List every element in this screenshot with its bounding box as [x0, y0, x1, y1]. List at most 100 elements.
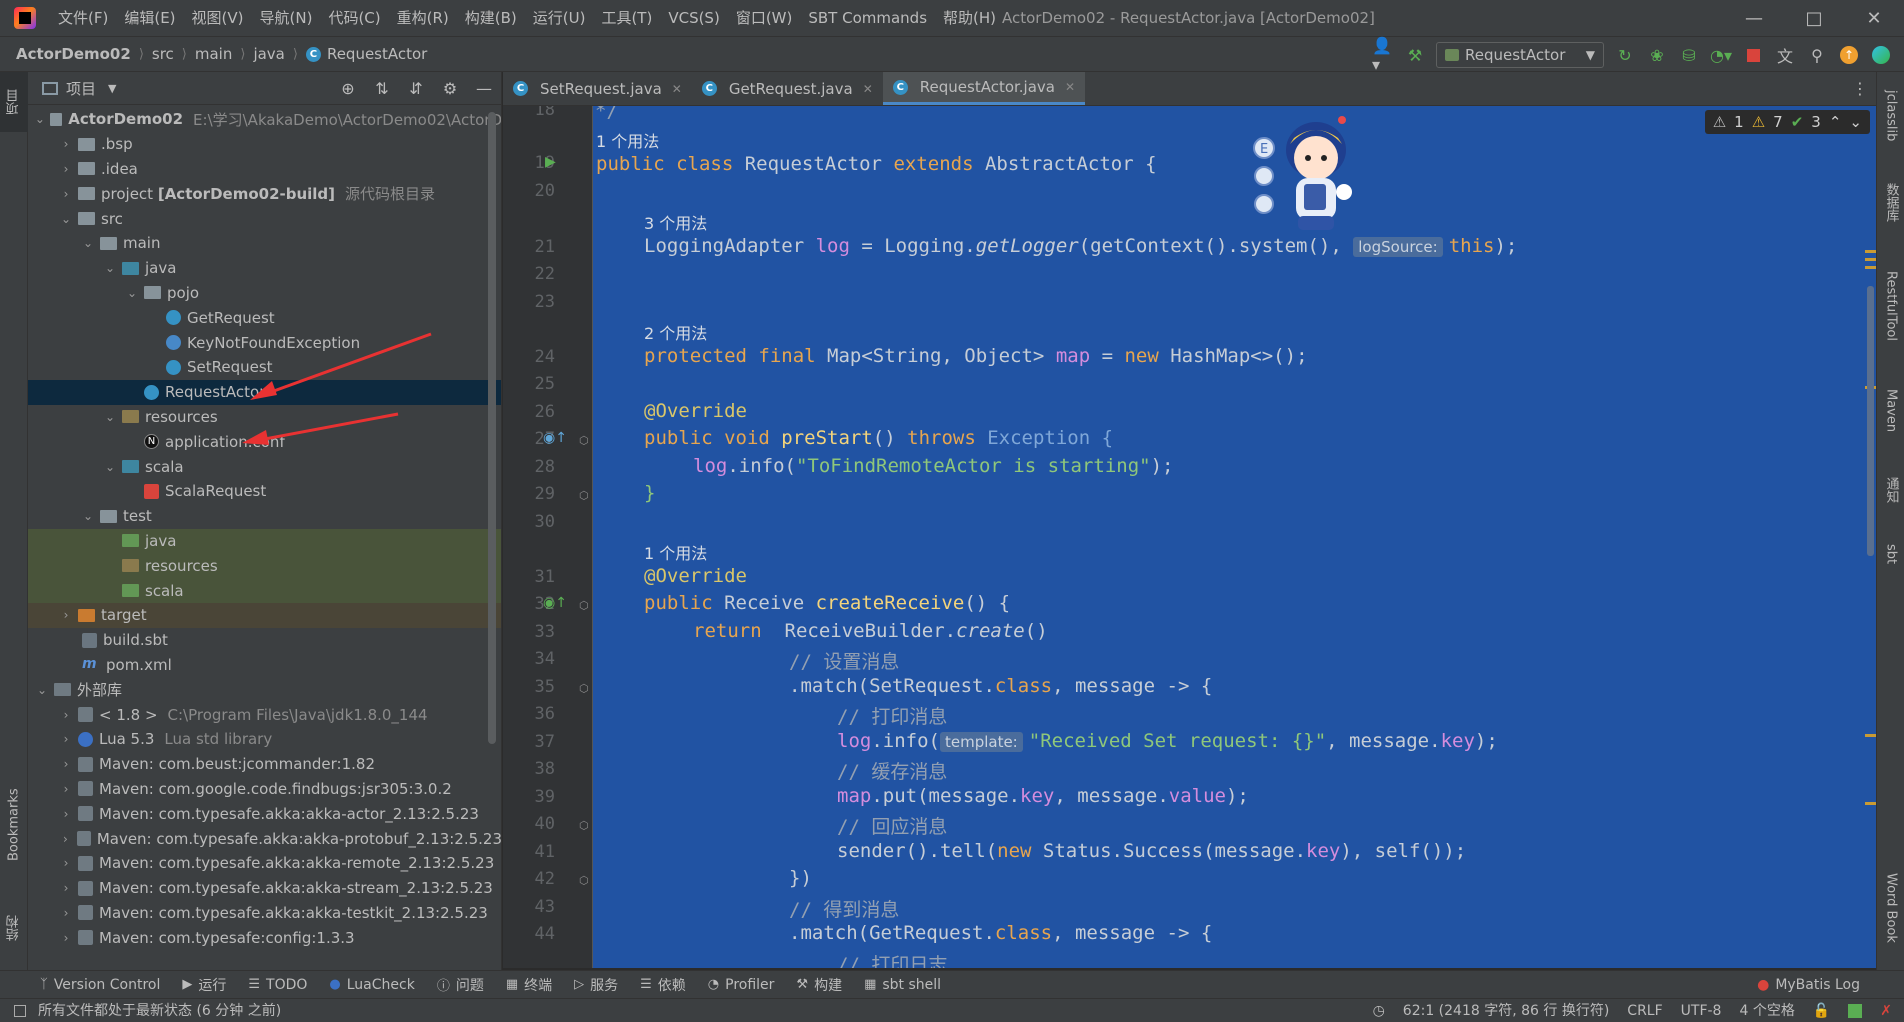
- run-configuration-selector[interactable]: RequestActor ▼: [1436, 42, 1604, 68]
- chevron-down-icon[interactable]: ⌄: [1849, 113, 1862, 131]
- problems-tool-button[interactable]: ⓘ 问题: [437, 975, 484, 995]
- menu-refactor[interactable]: 重构(R): [389, 0, 457, 36]
- bookmarks-tool-tab[interactable]: Bookmarks: [0, 770, 28, 880]
- usage-hint[interactable]: 2 个用法: [644, 320, 707, 344]
- indent-setting[interactable]: 4 个空格: [1739, 999, 1794, 1022]
- user-icon[interactable]: 👤▾: [1372, 36, 1394, 74]
- menu-code[interactable]: 代码(C): [320, 0, 388, 36]
- usage-hint[interactable]: 3 个用法: [644, 210, 707, 234]
- mybatis-log-tool-button[interactable]: ● MyBatis Log: [1757, 971, 1860, 999]
- fold-icon[interactable]: ⬡: [579, 434, 589, 447]
- code-line-42: }): [789, 867, 812, 889]
- menu-navigate[interactable]: 导航(N): [252, 0, 321, 36]
- coverage-icon[interactable]: ⛁: [1678, 44, 1700, 66]
- right-tool-strip: jclasslib 数据库 RestfulTool Maven 通知 sbt W…: [1876, 72, 1904, 970]
- fold-icon[interactable]: ⬡: [579, 599, 589, 612]
- navigation-toolbar: 👤▾ ⚒ RequestActor ▼ ↻ ❀ ⛁ ◔▾ 文 ⚲ ↑: [1372, 36, 1892, 74]
- editor-scrollbar-thumb[interactable]: [1867, 286, 1874, 556]
- debug-bug-icon[interactable]: ❀: [1646, 44, 1668, 66]
- usage-hint[interactable]: 1 个用法: [644, 540, 707, 564]
- services-tool-button[interactable]: ▷ 服务: [574, 975, 618, 995]
- sbt-tool-tab[interactable]: sbt: [1877, 534, 1904, 574]
- terminal-tool-button[interactable]: ▦ 终端: [506, 975, 552, 995]
- close-button[interactable]: ✕: [1844, 0, 1904, 36]
- override-method-icon[interactable]: ◉↑: [543, 430, 567, 446]
- maven-tool-tab[interactable]: Maven: [1877, 378, 1904, 444]
- translate-icon[interactable]: 文: [1774, 44, 1796, 66]
- tool-windows-icon[interactable]: [14, 1005, 26, 1017]
- run-tool-button[interactable]: ▶ 运行: [182, 975, 226, 995]
- tab-setrequest[interactable]: C SetRequest.java ✕: [503, 72, 692, 105]
- fold-icon[interactable]: ⬡: [579, 682, 589, 695]
- close-icon[interactable]: ✕: [672, 82, 682, 96]
- run-class-icon[interactable]: ▶: [545, 154, 556, 170]
- plugin-logo-icon[interactable]: [1870, 44, 1892, 66]
- warning-marker[interactable]: [1865, 266, 1876, 269]
- line-number: 20: [534, 181, 555, 201]
- warning-marker[interactable]: [1865, 250, 1876, 253]
- menu-edit[interactable]: 编辑(E): [116, 0, 183, 36]
- chevron-up-icon[interactable]: ⌃: [1829, 113, 1842, 131]
- jclasslib-tool-tab[interactable]: jclasslib: [1877, 82, 1904, 150]
- close-icon[interactable]: ✕: [1065, 80, 1075, 94]
- file-encoding[interactable]: UTF-8: [1681, 999, 1722, 1022]
- lock-icon[interactable]: 🔓: [1813, 999, 1830, 1022]
- maximize-button[interactable]: □: [1784, 0, 1844, 36]
- warning-marker[interactable]: [1865, 258, 1876, 261]
- menu-window[interactable]: 窗口(W): [728, 0, 801, 36]
- update-icon[interactable]: ↑: [1838, 44, 1860, 66]
- menu-help[interactable]: 帮助(H): [935, 0, 1004, 36]
- notification-icon[interactable]: ✗: [1880, 999, 1892, 1022]
- build-hammer-icon[interactable]: ⚒: [1404, 44, 1426, 66]
- stop-icon[interactable]: [1742, 44, 1764, 66]
- breadcrumb-class[interactable]: RequestActor: [327, 45, 427, 63]
- menu-vcs[interactable]: VCS(S): [660, 0, 727, 36]
- breadcrumb-src[interactable]: src: [152, 45, 174, 63]
- close-icon[interactable]: ✕: [863, 82, 873, 96]
- profile-icon[interactable]: ◔▾: [1710, 44, 1732, 66]
- plugin-status-icon[interactable]: [1848, 1004, 1863, 1018]
- code-editor[interactable]: */ 1 个用法 public class RequestActor exten…: [593, 106, 1876, 968]
- dependencies-tool-button[interactable]: ☰ 依赖: [640, 975, 686, 995]
- database-tool-tab[interactable]: 数据库: [1877, 172, 1904, 232]
- caret-position[interactable]: 62:1 (2418 字符, 86 行 换行符): [1403, 999, 1610, 1022]
- fold-icon[interactable]: ⬡: [579, 489, 589, 502]
- breadcrumb-main[interactable]: main: [195, 45, 232, 63]
- error-stripe[interactable]: [1865, 106, 1876, 968]
- breadcrumb-project[interactable]: ActorDemo02: [16, 45, 131, 63]
- fold-icon[interactable]: ⬡: [579, 819, 589, 832]
- restfultool-tool-tab[interactable]: RestfulTool: [1877, 256, 1904, 356]
- rerun-icon[interactable]: ↻: [1614, 44, 1636, 66]
- breadcrumb-java[interactable]: java: [253, 45, 284, 63]
- fold-icon[interactable]: ⬡: [579, 874, 589, 887]
- structure-tool-tab[interactable]: 结构: [0, 898, 28, 958]
- notifications-tool-tab[interactable]: 通知: [1877, 464, 1904, 516]
- status-message[interactable]: 所有文件都处于最新状态 (6 分钟 之前): [38, 999, 281, 1022]
- menu-view[interactable]: 视图(V): [184, 0, 252, 36]
- sbt-shell-tool-button[interactable]: ▦ sbt shell: [864, 977, 941, 993]
- project-tool-tab[interactable]: 项目: [0, 72, 28, 132]
- build-tool-button[interactable]: ⚒ 构建: [796, 975, 842, 995]
- menu-sbt-commands[interactable]: SBT Commands: [800, 0, 935, 36]
- warning-marker[interactable]: [1865, 802, 1876, 805]
- mybatis-icon: ●: [1757, 977, 1770, 993]
- implement-method-icon[interactable]: ◉↑: [543, 595, 567, 611]
- luacheck-tool-button[interactable]: ● LuaCheck: [329, 977, 414, 993]
- tab-getrequest[interactable]: C GetRequest.java ✕: [692, 72, 883, 105]
- menu-file[interactable]: 文件(F): [50, 0, 116, 36]
- inspection-widget[interactable]: ⚠ 1 ⚠ 7 ✔ 3 ⌃ ⌄: [1704, 110, 1870, 134]
- menu-run[interactable]: 运行(U): [525, 0, 594, 36]
- search-icon[interactable]: ⚲: [1806, 44, 1828, 66]
- usage-hint[interactable]: 1 个用法: [596, 128, 659, 152]
- version-control-tool-button[interactable]: ᛉ Version Control: [40, 977, 160, 993]
- warning-marker[interactable]: [1865, 734, 1876, 737]
- word-book-tool-tab[interactable]: Word Book: [1877, 862, 1904, 954]
- todo-tool-button[interactable]: ☰ TODO: [248, 977, 307, 993]
- more-options-icon[interactable]: ⋮: [1852, 72, 1868, 106]
- line-separator[interactable]: CRLF: [1627, 999, 1662, 1022]
- profiler-tool-button[interactable]: ◔ Profiler: [708, 977, 775, 993]
- tab-requestactor[interactable]: C RequestActor.java ✕: [882, 72, 1086, 105]
- menu-build[interactable]: 构建(B): [457, 0, 525, 36]
- minimize-button[interactable]: —: [1724, 0, 1784, 36]
- menu-tools[interactable]: 工具(T): [593, 0, 660, 36]
